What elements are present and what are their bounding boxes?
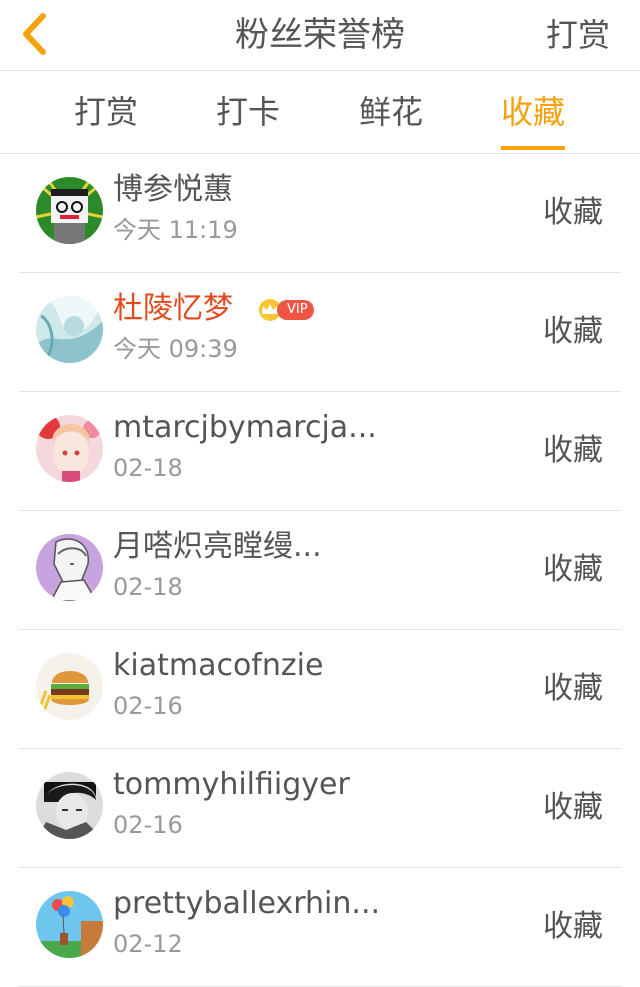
tab-label: 打赏 bbox=[73, 93, 139, 131]
fan-time: 02-16 bbox=[113, 811, 183, 839]
fan-time: 今天 09:39 bbox=[113, 335, 238, 363]
avatar-image bbox=[36, 534, 103, 601]
vip-label: VIP bbox=[277, 300, 314, 320]
list-item[interactable]: mtarcjbymarcja... 02-18 收藏 bbox=[19, 392, 621, 511]
tab-favorites[interactable]: 收藏 bbox=[500, 71, 566, 153]
avatar-image bbox=[36, 415, 103, 482]
avatar[interactable] bbox=[36, 415, 103, 482]
avatar[interactable] bbox=[36, 534, 103, 601]
favorite-label: 收藏 bbox=[543, 790, 603, 825]
favorite-label: 收藏 bbox=[543, 552, 603, 587]
list-item[interactable]: prettyballexrhin... 02-12 收藏 bbox=[19, 868, 621, 987]
avatar[interactable] bbox=[36, 772, 103, 839]
favorite-label: 收藏 bbox=[543, 314, 603, 349]
avatar-image bbox=[36, 177, 103, 244]
tab-label: 打卡 bbox=[215, 93, 281, 131]
avatar[interactable] bbox=[36, 177, 103, 244]
fan-time: 今天 11:19 bbox=[113, 216, 238, 244]
fan-name: mtarcjbymarcja... bbox=[113, 410, 377, 445]
favorite-label: 收藏 bbox=[543, 909, 603, 944]
fan-time: 02-18 bbox=[113, 573, 183, 601]
avatar[interactable] bbox=[36, 891, 103, 958]
tab-label: 鲜花 bbox=[358, 93, 424, 131]
list-item[interactable]: tommyhilfiigyer 02-16 收藏 bbox=[19, 749, 621, 868]
fan-time: 02-12 bbox=[113, 930, 183, 958]
back-button[interactable] bbox=[14, 10, 54, 58]
fan-name: 博参悦蕙 bbox=[113, 172, 233, 207]
tab-bar: 打赏 打卡 鲜花 收藏 bbox=[0, 71, 640, 154]
avatar-image bbox=[36, 891, 103, 958]
favorite-label: 收藏 bbox=[543, 195, 603, 230]
fan-name: prettyballexrhin... bbox=[113, 886, 381, 921]
chevron-left-icon bbox=[23, 13, 46, 55]
tab-checkin[interactable]: 打卡 bbox=[216, 71, 280, 153]
vip-badge: VIP bbox=[257, 299, 314, 321]
tab-underline bbox=[500, 146, 566, 150]
list-item[interactable]: kiatmacofnzie 02-16 收藏 bbox=[19, 630, 621, 749]
tab-flowers[interactable]: 鲜花 bbox=[359, 71, 423, 153]
tab-label: 收藏 bbox=[500, 93, 566, 131]
top-bar: 粉丝荣誉榜 打赏 bbox=[0, 0, 640, 71]
fan-name: kiatmacofnzie bbox=[113, 648, 324, 683]
fan-name: 月嗒炽亮瞠缦... bbox=[113, 529, 322, 564]
favorite-label: 收藏 bbox=[543, 433, 603, 468]
fan-time: 02-18 bbox=[113, 454, 183, 482]
fan-name: 杜陵忆梦 bbox=[113, 291, 233, 326]
list-item[interactable]: 杜陵忆梦 VIP 今天 09:39 收藏 bbox=[19, 273, 621, 392]
list-item[interactable]: 月嗒炽亮瞠缦... 02-18 收藏 bbox=[19, 511, 621, 630]
avatar[interactable] bbox=[36, 653, 103, 720]
page-title: 粉丝荣誉榜 bbox=[235, 15, 405, 55]
favorite-label: 收藏 bbox=[543, 671, 603, 706]
avatar[interactable] bbox=[36, 296, 103, 363]
avatar-image bbox=[36, 296, 103, 363]
avatar-image bbox=[36, 772, 103, 839]
fan-list: 博参悦蕙 今天 11:19 收藏 杜陵忆梦 VIP 今天 09:39 收藏 mt… bbox=[0, 154, 640, 987]
reward-button[interactable]: 打赏 bbox=[546, 0, 610, 70]
fan-time: 02-16 bbox=[113, 692, 183, 720]
avatar-image bbox=[36, 653, 103, 720]
fan-name: tommyhilfiigyer bbox=[113, 767, 350, 802]
tab-reward[interactable]: 打赏 bbox=[74, 71, 138, 153]
list-item[interactable]: 博参悦蕙 今天 11:19 收藏 bbox=[19, 154, 621, 273]
